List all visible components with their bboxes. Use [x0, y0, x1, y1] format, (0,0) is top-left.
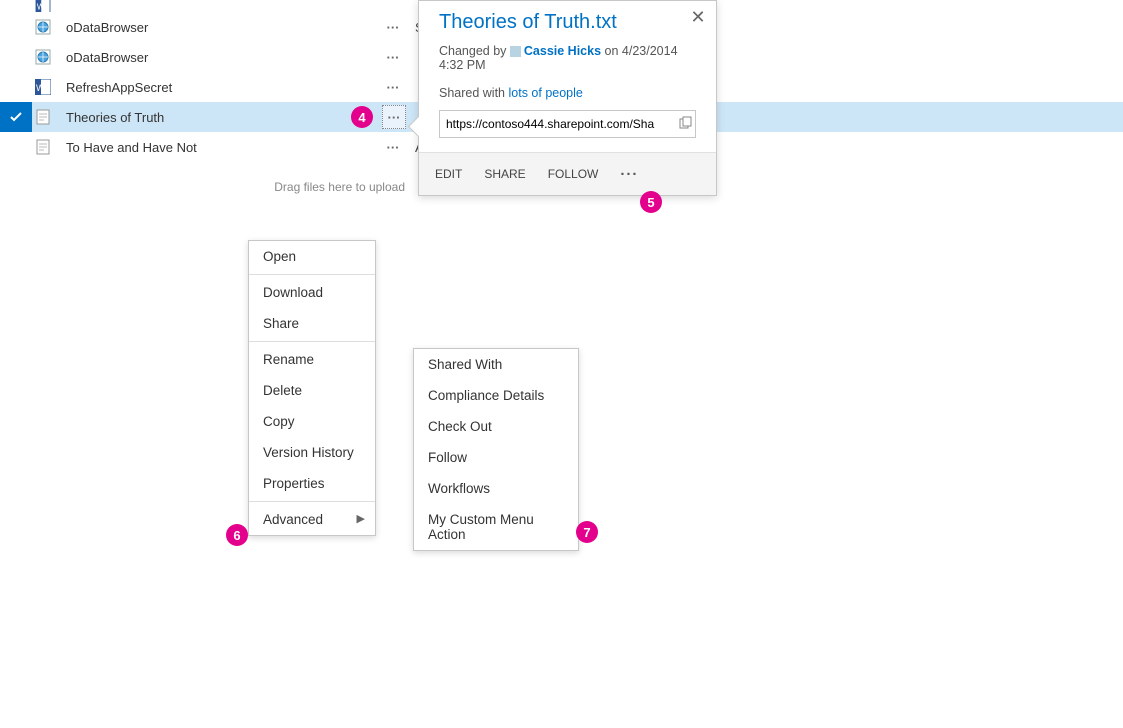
- callout-shared-with: Shared with lots of people: [419, 72, 716, 100]
- avatar: [510, 46, 521, 57]
- file-callout: ✕ Theories of Truth.txt Changed by Cassi…: [418, 0, 717, 196]
- menu-follow[interactable]: Follow: [414, 442, 578, 473]
- menu-properties[interactable]: Properties: [249, 468, 375, 499]
- annotation-badge-7: 7: [576, 521, 598, 543]
- row-checkbox[interactable]: [0, 42, 32, 72]
- menu-rename[interactable]: Rename: [249, 344, 375, 375]
- page-icon: [32, 109, 54, 125]
- menu-open[interactable]: Open: [249, 241, 375, 272]
- globe-icon: [32, 49, 54, 65]
- row-checkbox[interactable]: [0, 72, 32, 102]
- row-more-icon[interactable]: ···: [382, 105, 406, 129]
- file-name[interactable]: Theories of Truth: [54, 110, 164, 125]
- callout-footer: EDIT SHARE FOLLOW ···: [419, 152, 716, 195]
- menu-copy[interactable]: Copy: [249, 406, 375, 437]
- url-input[interactable]: [440, 113, 675, 135]
- chevron-right-icon: ▶: [357, 512, 365, 525]
- callout-title: Theories of Truth.txt: [419, 1, 716, 38]
- menu-version-history[interactable]: Version History: [249, 437, 375, 468]
- context-menu-primary: Open Download Share Rename Delete Copy V…: [248, 240, 376, 536]
- row-checkbox[interactable]: [0, 12, 32, 42]
- close-icon[interactable]: ✕: [688, 7, 708, 27]
- annotation-badge-4: 4: [351, 106, 373, 128]
- row-more-icon[interactable]: ···: [382, 76, 404, 98]
- row-more-icon[interactable]: ···: [382, 16, 404, 38]
- menu-download[interactable]: Download: [249, 277, 375, 308]
- share-button[interactable]: SHARE: [484, 167, 525, 181]
- menu-compliance-details[interactable]: Compliance Details: [414, 380, 578, 411]
- svg-text:W: W: [37, 3, 45, 12]
- edit-button[interactable]: EDIT: [435, 167, 462, 181]
- menu-delete[interactable]: Delete: [249, 375, 375, 406]
- menu-separator: [249, 274, 375, 275]
- file-name[interactable]: To Have and Have Not: [54, 140, 197, 155]
- menu-share[interactable]: Share: [249, 308, 375, 339]
- menu-check-out[interactable]: Check Out: [414, 411, 578, 442]
- context-menu-advanced: Shared With Compliance Details Check Out…: [413, 348, 579, 551]
- menu-separator: [249, 341, 375, 342]
- word-icon: W: [32, 0, 54, 12]
- row-checkbox[interactable]: [0, 102, 32, 132]
- follow-button[interactable]: FOLLOW: [548, 167, 599, 181]
- file-name[interactable]: oDataBrowser: [54, 50, 148, 65]
- changed-date: 4/23/2014: [622, 44, 678, 58]
- drag-upload-hint: Drag files here to upload: [0, 162, 405, 194]
- menu-advanced[interactable]: Advanced ▶: [249, 504, 375, 535]
- row-more-icon[interactable]: ···: [382, 136, 404, 158]
- menu-separator: [249, 501, 375, 502]
- file-name[interactable]: RefreshAppSecret: [54, 80, 172, 95]
- open-new-tab-icon[interactable]: [675, 116, 695, 132]
- shared-prefix: Shared with: [439, 86, 505, 100]
- changed-prefix: Changed by: [439, 44, 506, 58]
- on-text: on: [605, 44, 619, 58]
- row-more-icon[interactable]: ···: [382, 46, 404, 68]
- callout-url-box: [439, 110, 696, 138]
- annotation-badge-5: 5: [640, 191, 662, 213]
- file-name[interactable]: oDataBrowser: [54, 20, 148, 35]
- globe-icon: [32, 19, 54, 35]
- callout-changed-by: Changed by Cassie Hicks on 4/23/2014 4:3…: [419, 38, 716, 72]
- menu-workflows[interactable]: Workflows: [414, 473, 578, 504]
- annotation-badge-6: 6: [226, 524, 248, 546]
- user-link[interactable]: Cassie Hicks: [524, 44, 601, 58]
- svg-text:W: W: [36, 83, 45, 93]
- row-checkbox[interactable]: [0, 0, 32, 12]
- menu-shared-with[interactable]: Shared With: [414, 349, 578, 380]
- callout-more-icon[interactable]: ···: [620, 166, 638, 183]
- shared-link[interactable]: lots of people: [509, 86, 583, 100]
- page-icon: [32, 139, 54, 155]
- menu-custom-action[interactable]: My Custom Menu Action: [414, 504, 578, 550]
- row-checkbox[interactable]: [0, 132, 32, 162]
- menu-advanced-label: Advanced: [263, 512, 323, 527]
- word-icon: W: [32, 79, 54, 95]
- changed-time: 4:32 PM: [439, 58, 486, 72]
